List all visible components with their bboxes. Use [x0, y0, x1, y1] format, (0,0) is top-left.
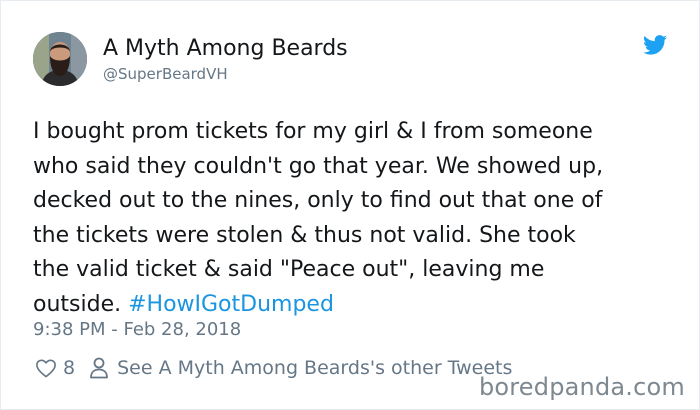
author-avatar[interactable]	[33, 32, 87, 86]
author-handle[interactable]: @SuperBeardVH	[103, 65, 228, 83]
author-display-name[interactable]: A Myth Among Beards	[103, 36, 348, 61]
like-button[interactable]: 8	[35, 357, 81, 379]
other-tweets-link[interactable]: See A Myth Among Beards's other Tweets	[117, 357, 512, 379]
tweet-text: I bought prom tickets for my girl & I fr…	[33, 119, 604, 317]
person-icon	[90, 357, 108, 379]
tweet-card: A Myth Among Beards @SuperBeardVH I boug…	[0, 0, 700, 410]
tweet-timestamp[interactable]: 9:38 PM - Feb 28, 2018	[33, 319, 241, 340]
twitter-bird-icon[interactable]	[643, 35, 667, 55]
hashtag-link[interactable]: #HowIGotDumped	[128, 292, 334, 317]
like-count: 8	[63, 357, 76, 379]
bearded-man-avatar-icon	[33, 32, 87, 86]
tweet-header: A Myth Among Beards @SuperBeardVH	[33, 32, 673, 88]
boredpanda-watermark: boredpanda.com	[478, 373, 685, 401]
tweet-body: I bought prom tickets for my girl & I fr…	[33, 115, 673, 323]
tweet-actions: 8 See A Myth Among Beards's other Tweets	[35, 353, 512, 383]
heart-icon	[36, 359, 56, 378]
